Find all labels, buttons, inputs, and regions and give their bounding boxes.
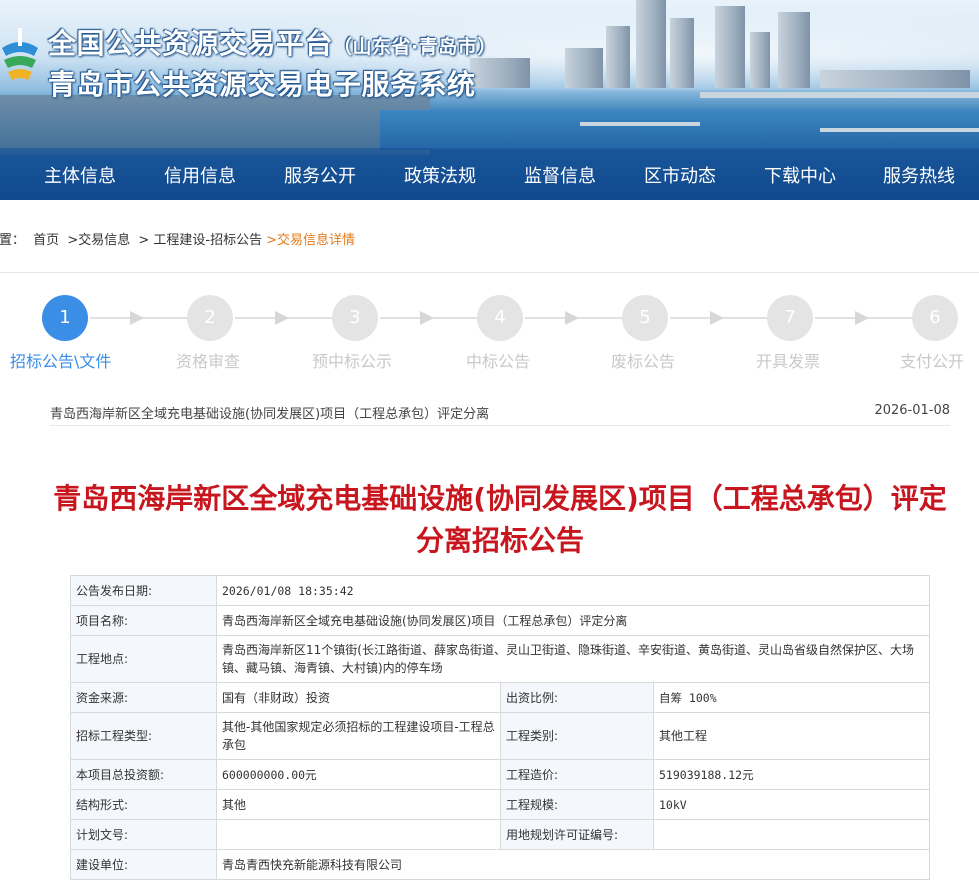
step-arrow-icon xyxy=(710,311,724,325)
step-1-circle[interactable]: 1 xyxy=(42,295,88,341)
total-investment-value: 600000000.00元 xyxy=(216,759,501,790)
nav-item-hotline[interactable]: 服务热线 xyxy=(883,162,955,188)
banner-building xyxy=(470,58,530,88)
step-5-circle[interactable]: 5 xyxy=(622,295,668,341)
project-category-value: 其他工程 xyxy=(652,712,931,760)
table-label: 用地规划许可证编号: xyxy=(500,819,654,850)
nav-item-credit[interactable]: 信用信息 xyxy=(164,162,236,188)
table-row: 项目名称: 青岛西海岸新区全域充电基础设施(协同发展区)项目（工程总承包）评定分… xyxy=(70,605,931,636)
banner-pier xyxy=(700,92,979,98)
plan-doc-value xyxy=(216,819,501,850)
step-label-award[interactable]: 中标公告 xyxy=(466,348,530,372)
header-banner: 全国公共资源交易平台（山东省·青岛市） 青岛市公共资源交易电子服务系统 主体信息… xyxy=(0,0,979,200)
platform-title: 全国公共资源交易平台（山东省·青岛市） xyxy=(48,22,497,62)
main-nav: 主体信息 信用信息 服务公开 政策法规 监督信息 区市动态 下载中心 服务热线 xyxy=(0,148,979,200)
step-label-invoice[interactable]: 开具发票 xyxy=(756,348,820,372)
table-label: 公告发布日期: xyxy=(70,575,217,606)
table-label: 工程类别: xyxy=(500,712,654,760)
table-label: 结构形式: xyxy=(70,789,217,820)
table-row: 建设单位: 青岛青西快充新能源科技有限公司 xyxy=(70,849,931,880)
nav-item-entity[interactable]: 主体信息 xyxy=(44,162,116,188)
step-arrow-icon xyxy=(565,311,579,325)
breadcrumb: 位置： 首页 >交易信息 > 工程建设-招标公告 >交易信息详情 xyxy=(0,229,359,249)
project-name-value: 青岛西海岸新区全域充电基础设施(协同发展区)项目（工程总承包）评定分离 xyxy=(215,605,931,636)
table-label: 项目名称: xyxy=(70,605,217,636)
builder-value: 青岛青西快充新能源科技有限公司 xyxy=(215,849,931,880)
step-arrow-icon xyxy=(275,311,289,325)
step-label-payment[interactable]: 支付公开 xyxy=(900,348,964,372)
step-4-circle[interactable]: 4 xyxy=(477,295,523,341)
banner-pier xyxy=(820,128,979,132)
breadcrumb-home[interactable]: 首页 xyxy=(33,233,59,248)
table-label: 出资比例: xyxy=(500,682,654,713)
fund-ratio-value: 自筹 100% xyxy=(652,682,931,713)
table-label: 本项目总投资额: xyxy=(70,759,217,790)
banner-building xyxy=(636,0,666,88)
structure-value: 其他 xyxy=(216,789,501,820)
platform-title-main: 全国公共资源交易平台 xyxy=(48,27,334,60)
banner-building xyxy=(820,70,970,88)
table-label: 资金来源: xyxy=(70,682,217,713)
publish-date-value: 2026/01/08 18:35:42 xyxy=(215,575,931,606)
step-arrow-icon xyxy=(420,311,434,325)
step-2-circle[interactable]: 2 xyxy=(187,295,233,341)
step-label-pre-award[interactable]: 预中标公示 xyxy=(312,348,392,372)
page-root: 全国公共资源交易平台（山东省·青岛市） 青岛市公共资源交易电子服务系统 主体信息… xyxy=(0,0,979,884)
project-cost-value: 519039188.12元 xyxy=(652,759,931,790)
banner-building xyxy=(750,32,770,88)
table-row: 公告发布日期: 2026/01/08 18:35:42 xyxy=(70,575,931,606)
step-label-qualification[interactable]: 资格审查 xyxy=(176,348,240,372)
table-row: 计划文号: 用地规划许可证编号: xyxy=(70,819,931,850)
table-label: 工程规模: xyxy=(500,789,654,820)
table-row: 招标工程类型: 其他-其他国家规定必须招标的工程建设项目-工程总承包 工程类别:… xyxy=(70,712,931,760)
breadcrumb-current: >交易信息详情 xyxy=(266,233,355,248)
project-info-table: 公告发布日期: 2026/01/08 18:35:42 项目名称: 青岛西海岸新… xyxy=(70,575,931,880)
table-row: 工程地点: 青岛西海岸新区11个镇街(长江路街道、薛家岛街道、灵山卫街道、隐珠街… xyxy=(70,635,931,683)
divider xyxy=(50,425,950,426)
nav-item-district-news[interactable]: 区市动态 xyxy=(644,162,716,188)
step-6-circle[interactable]: 6 xyxy=(912,295,958,341)
notice-date: 2026-01-08 xyxy=(874,403,950,418)
table-label: 工程地点: xyxy=(70,635,217,683)
divider xyxy=(0,272,979,273)
location-value: 青岛西海岸新区11个镇街(长江路街道、薛家岛街道、灵山卫街道、隐珠街道、辛安街道… xyxy=(215,635,931,683)
step-label-void[interactable]: 废标公告 xyxy=(611,348,675,372)
scale-value: 10kV xyxy=(652,789,931,820)
banner-building xyxy=(565,48,603,88)
breadcrumb-trade-info[interactable]: >交易信息 xyxy=(67,233,130,248)
table-label: 招标工程类型: xyxy=(70,712,217,760)
table-row: 本项目总投资额: 600000000.00元 工程造价: 519039188.1… xyxy=(70,759,931,790)
step-arrow-icon xyxy=(130,311,144,325)
step-7-circle[interactable]: 7 xyxy=(767,295,813,341)
step-label-bid-notice[interactable]: 招标公告\文件 xyxy=(10,348,111,372)
banner-building xyxy=(715,6,745,88)
notice-title: 青岛西海岸新区全域充电基础设施(协同发展区)项目（工程总承包）评定分离 xyxy=(50,407,490,422)
table-label: 工程造价: xyxy=(500,759,654,790)
nav-item-download[interactable]: 下载中心 xyxy=(764,162,836,188)
step-3-circle[interactable]: 3 xyxy=(332,295,378,341)
platform-title-region: （山东省·青岛市） xyxy=(333,36,497,58)
breadcrumb-category[interactable]: > 工程建设-招标公告 xyxy=(138,233,262,248)
land-permit-value xyxy=(652,819,931,850)
table-label: 计划文号: xyxy=(70,819,217,850)
banner-building xyxy=(778,12,810,88)
step-arrow-icon xyxy=(855,311,869,325)
nav-item-supervision[interactable]: 监督信息 xyxy=(524,162,596,188)
table-row: 资金来源: 国有（非财政）投资 出资比例: 自筹 100% xyxy=(70,682,931,713)
table-row: 结构形式: 其他 工程规模: 10kV xyxy=(70,789,931,820)
platform-logo-icon xyxy=(2,28,38,80)
banner-shore xyxy=(0,95,430,155)
system-title: 青岛市公共资源交易电子服务系统 xyxy=(48,68,476,101)
nav-item-service-public[interactable]: 服务公开 xyxy=(284,162,356,188)
announcement-title: 青岛西海岸新区全域充电基础设施(协同发展区)项目（工程总承包）评定分离招标公告 xyxy=(53,482,947,557)
breadcrumb-prefix: 位置： xyxy=(0,233,26,248)
banner-pier xyxy=(580,122,700,126)
nav-item-policy[interactable]: 政策法规 xyxy=(404,162,476,188)
banner-building xyxy=(606,26,630,88)
table-label: 建设单位: xyxy=(70,849,217,880)
fund-source-value: 国有（非财政）投资 xyxy=(216,682,501,713)
bid-type-value: 其他-其他国家规定必须招标的工程建设项目-工程总承包 xyxy=(216,712,501,760)
banner-building xyxy=(670,18,694,88)
